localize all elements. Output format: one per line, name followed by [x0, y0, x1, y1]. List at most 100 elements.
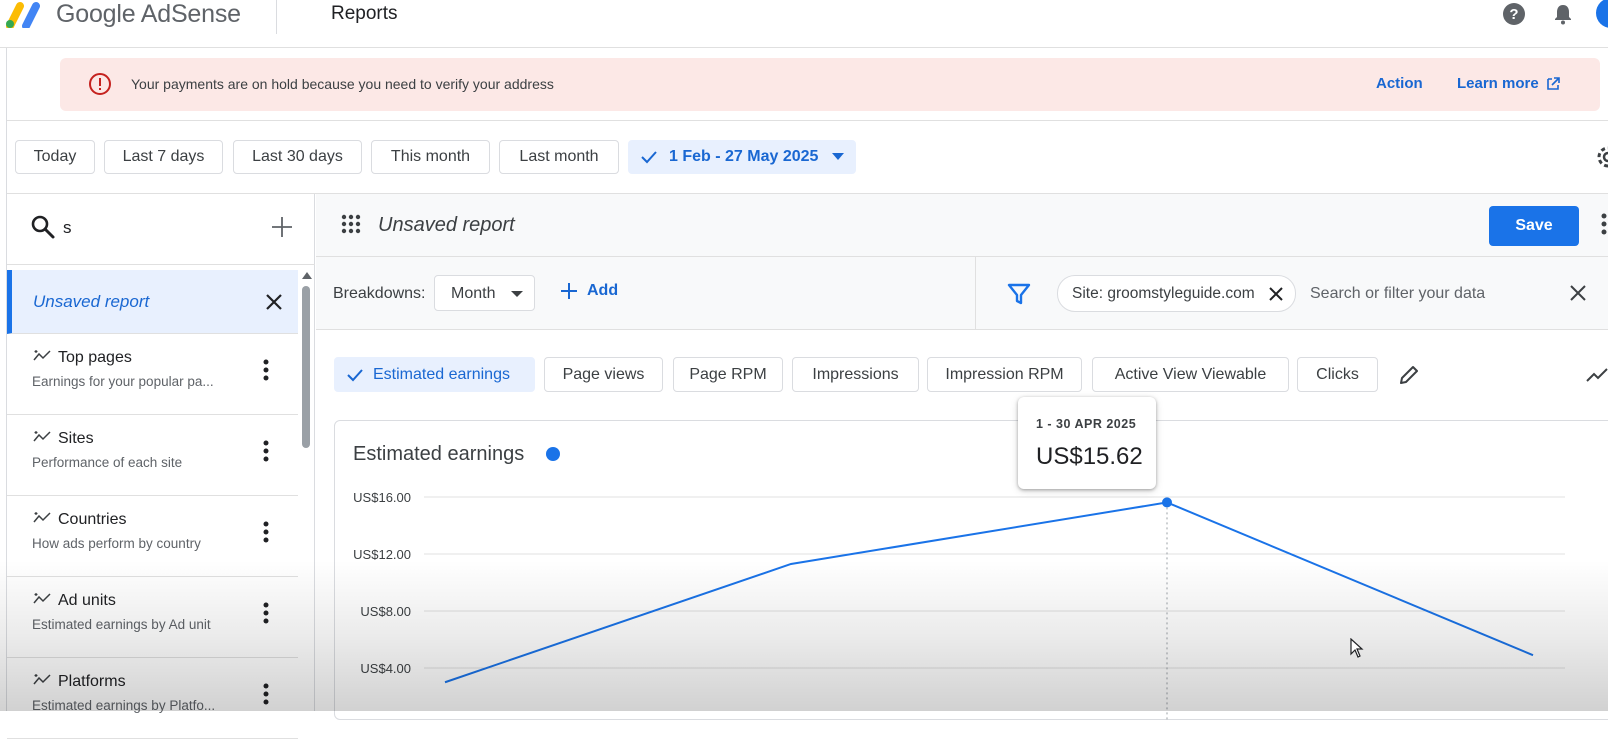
plus-icon[interactable] [269, 214, 295, 240]
check-icon [347, 368, 363, 381]
breakdown-select[interactable]: Month [434, 275, 535, 311]
filter-icon[interactable] [1006, 281, 1032, 307]
alert-message: Your payments are on hold because you ne… [131, 76, 554, 92]
tooltip-value: US$15.62 [1036, 443, 1143, 470]
caret-down-icon [511, 291, 523, 297]
sidebar-item-title: Countries [58, 511, 127, 528]
sidebar-item-title: Platforms [58, 673, 126, 690]
edit-pencil-icon[interactable] [1397, 363, 1421, 387]
date-chip-last-7-days[interactable]: Last 7 days [104, 140, 223, 174]
sidebar-item-label: Unsaved report [33, 292, 150, 311]
breakdowns-label: Breakdowns: [333, 285, 426, 302]
sparkle-trend-icon [33, 674, 51, 685]
divider [7, 264, 315, 265]
plus-icon [561, 283, 577, 299]
report-search-input[interactable]: s [63, 218, 72, 238]
metric-label: Estimated earnings [373, 365, 510, 383]
earnings-line-chart[interactable]: US$16.00 US$12.00 US$8.00 US$4.00 [335, 421, 1608, 721]
more-vert-icon[interactable] [263, 440, 269, 462]
trending-up-icon[interactable] [1586, 366, 1608, 384]
top-bar: Google AdSense Reports ? [0, 0, 1608, 48]
sidebar-item-subtitle: How ads perform by country [32, 536, 201, 551]
sparkle-trend-icon [33, 431, 51, 442]
notifications-bell-icon[interactable] [1551, 2, 1575, 26]
more-vert-icon[interactable] [263, 683, 269, 705]
learn-more-link[interactable]: Learn more [1457, 75, 1539, 92]
alert-action-link[interactable]: Action [1376, 75, 1423, 92]
metric-chip-impressions[interactable]: Impressions [792, 357, 919, 392]
breakdown-select-value: Month [451, 285, 496, 302]
metric-chip-active-view-viewable[interactable]: Active View Viewable [1092, 357, 1289, 392]
sidebar-item-top-pages[interactable]: Top pages Earnings for your popular pa..… [7, 334, 298, 415]
gear-icon[interactable] [1594, 143, 1608, 171]
date-range-label: 1 Feb - 27 May 2025 [669, 148, 819, 165]
tooltip-date: 1 - 30 APR 2025 [1036, 417, 1137, 431]
save-button[interactable]: Save [1489, 206, 1579, 246]
chart-tooltip: 1 - 30 APR 2025 US$15.62 [1018, 397, 1156, 489]
divider [7, 120, 1608, 121]
sidebar-item-subtitle: Earnings for your popular pa... [32, 374, 214, 389]
site-filter-chip[interactable]: Site: groomstyleguide.com [1057, 275, 1296, 312]
sidebar-item-unsaved-report[interactable]: Unsaved report [7, 270, 298, 334]
sidebar-item-subtitle: Estimated earnings by Ad unit [32, 617, 211, 632]
filter-search-input[interactable]: Search or filter your data [1310, 285, 1485, 303]
sidebar-item-sites[interactable]: Sites Performance of each site [7, 415, 298, 496]
more-vert-icon[interactable] [263, 602, 269, 624]
adsense-logo-icon [6, 2, 40, 28]
y-tick-label: US$8.00 [360, 604, 411, 619]
account-avatar[interactable] [1596, 0, 1608, 28]
error-icon [89, 73, 111, 95]
help-icon[interactable]: ? [1502, 2, 1526, 26]
divider [975, 257, 976, 330]
payment-hold-alert: Your payments are on hold because you ne… [60, 58, 1600, 111]
apps-grid-icon[interactable] [341, 214, 361, 234]
more-vert-icon[interactable] [263, 359, 269, 381]
report-title[interactable]: Unsaved report [378, 214, 515, 237]
add-breakdown-label: Add [587, 282, 619, 299]
sparkle-trend-icon [33, 512, 51, 523]
add-breakdown-button[interactable]: Add [560, 276, 618, 306]
y-tick-label: US$12.00 [353, 547, 411, 562]
series-line-estimated-earnings[interactable] [444, 501, 1534, 684]
close-icon[interactable] [1568, 283, 1588, 303]
brand-divider [276, 0, 277, 34]
external-link-icon[interactable] [1545, 76, 1561, 92]
sidebar-item-title: Top pages [58, 349, 132, 366]
sidebar-item-ad-units[interactable]: Ad units Estimated earnings by Ad unit [7, 577, 298, 658]
y-tick-label: US$16.00 [353, 490, 411, 505]
more-vert-icon[interactable] [263, 521, 269, 543]
metric-chip-estimated-earnings[interactable]: Estimated earnings [334, 357, 535, 392]
metric-chip-page-views[interactable]: Page views [544, 357, 663, 392]
search-icon [31, 215, 55, 239]
caret-down-icon [832, 153, 845, 160]
date-chip-this-month[interactable]: This month [371, 140, 490, 174]
sidebar-item-title: Ad units [58, 592, 116, 609]
metric-chip-impression-rpm[interactable]: Impression RPM [927, 357, 1082, 392]
sparkle-trend-icon [33, 593, 51, 604]
page-title: Reports [331, 3, 398, 24]
sidebar-item-platforms[interactable]: Platforms Estimated earnings by Platfo..… [7, 658, 298, 739]
y-tick-label: US$4.00 [360, 661, 411, 676]
metric-chip-page-rpm[interactable]: Page RPM [673, 357, 783, 392]
metric-chip-clicks[interactable]: Clicks [1297, 357, 1378, 392]
sidebar-item-subtitle: Performance of each site [32, 455, 183, 470]
date-range-picker[interactable]: 1 Feb - 27 May 2025 [628, 140, 856, 174]
svg-text:?: ? [1509, 6, 1518, 23]
check-icon [641, 151, 657, 164]
breakdown-filter-bar: Breakdowns: Month Add Site: groomstylegu… [316, 257, 1608, 330]
sidebar-item-title: Sites [58, 430, 94, 447]
scroll-up-arrow-icon[interactable] [302, 272, 312, 279]
close-icon[interactable] [1268, 286, 1284, 302]
earnings-chart-card: Estimated earnings US$16.00 US$12.00 US$8.… [334, 420, 1608, 721]
site-filter-label: Site: groomstyleguide.com [1072, 285, 1255, 302]
mouse-pointer-icon [1350, 638, 1364, 658]
date-chip-last-month[interactable]: Last month [499, 140, 619, 174]
date-chip-last-30-days[interactable]: Last 30 days [233, 140, 362, 174]
scrollbar-thumb[interactable] [302, 286, 310, 448]
close-icon[interactable] [262, 290, 286, 314]
date-chip-today[interactable]: Today [15, 140, 95, 174]
data-point-apr-2025[interactable] [1162, 497, 1172, 508]
sidebar-item-countries[interactable]: Countries How ads perform by country [7, 496, 298, 577]
more-vert-icon[interactable] [1601, 212, 1607, 236]
report-header: Unsaved report Save [316, 194, 1608, 257]
